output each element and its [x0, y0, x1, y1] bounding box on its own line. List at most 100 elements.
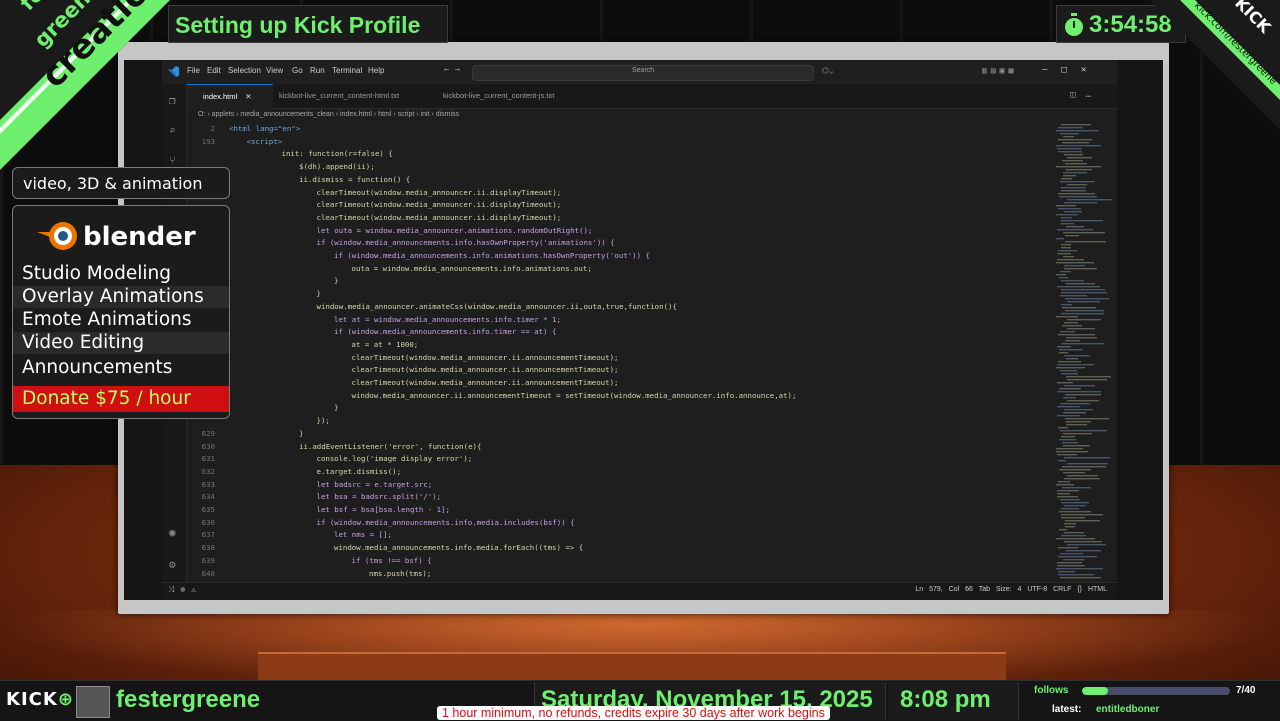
code-text: });: [316, 416, 330, 426]
avatar: [76, 686, 110, 718]
follows-progress-bar: [1082, 687, 1230, 695]
stopwatch-icon: [1065, 13, 1083, 36]
code-text: let nms = [];: [334, 530, 392, 540]
menu-item-go[interactable]: Go: [292, 66, 303, 75]
code-text: ii.dismiss = function() {: [299, 174, 411, 184]
code-text: e.target.dismiss();: [316, 466, 402, 476]
code-text: clearTimeout(window.media_announcer.ii.d…: [316, 187, 562, 197]
layout-toggle-icons[interactable]: ▥▤▣▦: [982, 66, 1017, 75]
code-text: window.media_announcer.animateCss(window…: [316, 301, 677, 311]
line-number: 631: [201, 454, 215, 464]
tab-kickbot-js[interactable]: kickbot-live_current_content-js.txt: [427, 84, 583, 108]
code-text: clearTimeout(window.media_announcer.ii.a…: [351, 352, 619, 362]
menu-item-run[interactable]: Run: [310, 66, 325, 75]
stream-title: Setting up Kick Profile: [175, 12, 421, 38]
follows-progress-fill: [1082, 687, 1108, 695]
remote-status-icon[interactable]: ⤨⊗⚠: [168, 585, 202, 595]
donate-rate: Donate $75 / hour: [13, 386, 229, 412]
line-number: 635: [201, 505, 215, 514]
line-number: 629: [201, 428, 215, 438]
code-text: let at = window.media_announcements.info…: [334, 314, 561, 324]
current-time: 8:08 pm: [900, 686, 991, 713]
code-text: let outa = window.media_announcer.animat…: [316, 225, 593, 235]
kick-corner-badge: KICK kick.com/festergreene: [1150, 0, 1280, 130]
code-text: }: [334, 403, 339, 413]
code-text: let bsa = badsrc.split('/');: [316, 492, 442, 502]
tab-kickbot-html[interactable]: kickbot-live_current_content-html.txt: [263, 84, 429, 108]
festergreene-creations-logo: fester greene creations: [0, 0, 170, 170]
title-bar: File Edit Selection View Go Run Terminal Help ←…: [162, 60, 1117, 85]
line-number: 630: [201, 441, 215, 451]
tab-label: kickbot-live_current_content-js.txt: [443, 91, 555, 100]
line-number: 639: [201, 555, 215, 565]
disclaimer-banner: 1 hour minimum, no refunds, credits expi…: [437, 706, 830, 720]
tab-label: index.html: [203, 92, 238, 101]
code-text: let bsf = bsa[bsa.length - 1];: [316, 505, 451, 514]
line-number: 636: [201, 517, 215, 527]
code-text: $(dh).append(ii);: [299, 162, 375, 172]
code-text: window.media_announcements.info.media.fo…: [334, 543, 584, 553]
vscode-window: File Edit Selection View Go Run Terminal Help ←…: [162, 60, 1117, 599]
follows-label: follows: [1034, 685, 1069, 696]
code-text: init: function(r=false) {: [281, 149, 393, 159]
kick-logo: KICK⊕: [6, 689, 74, 710]
search-placeholder: Search: [632, 67, 655, 74]
tagline: video, 3D & animation: [23, 174, 203, 193]
code-text: clearTimeout(window.media_announcer.ii.d…: [316, 200, 562, 210]
service-video-editing: Video Editing: [13, 332, 229, 354]
code-text: clearTimeout(window.media_announcer.ii.d…: [316, 212, 562, 222]
code-text: clearTimeout(window.media_announcer.ii.a…: [351, 378, 619, 387]
line-number: 2: [210, 124, 215, 133]
stream-title-panel: Setting up Kick Profile: [168, 5, 448, 43]
tagline-panel: video, 3D & animation: [12, 167, 230, 199]
line-number: 193: [201, 136, 215, 146]
code-text: if (window.media_announcements.info.time…: [334, 327, 557, 337]
split-editor-icon[interactable]: ◫…: [1070, 90, 1101, 100]
gear-icon[interactable]: ⚙: [169, 558, 176, 571]
code-text: window.media_announcer.ii.announcementTi…: [351, 390, 797, 400]
status-bar: ⤨⊗⚠ Ln 579, Col 66 Tab Size: 4 UTF-8 CRL…: [162, 582, 1117, 599]
kick-logo-mark-icon: ⊕: [57, 689, 74, 710]
service-overlay-animations: Overlay Animations: [13, 286, 229, 308]
menu-item-terminal[interactable]: Terminal: [332, 66, 362, 75]
services-panel: blender Studio Modeling Overlay Animatio…: [12, 205, 230, 419]
editor-tabs: index.html ✕ kickbot-live_current_conten…: [187, 84, 1117, 109]
follows-count: 7/40: [1236, 685, 1256, 696]
code-text: let badsrc = e.target.src;: [316, 479, 433, 489]
tab-index-html[interactable]: index.html ✕: [187, 84, 273, 109]
code-editor[interactable]: 2 <html lang="en"> 193 <script> init: functi…: [187, 122, 1057, 582]
nav-arrows-icon[interactable]: ← →: [444, 65, 460, 75]
window-controls-icon[interactable]: –□✕: [1042, 65, 1100, 75]
code-text: <html lang="en">: [229, 124, 301, 133]
blender-wordmark: blender: [83, 222, 196, 252]
code-text: at = at * 1000;: [351, 339, 419, 349]
menu-item-help[interactable]: Help: [368, 66, 384, 75]
kick-logo-text: KICK: [6, 689, 58, 710]
channel-name: festergreene: [116, 686, 261, 713]
latest-follower: entitledboner: [1096, 704, 1160, 715]
service-announcements: Announcements: [22, 357, 173, 378]
line-number: 632: [201, 466, 215, 476]
latest-label: latest:: [1052, 704, 1082, 715]
line-number: 638: [201, 543, 215, 553]
code-text: if (window.media_announcements.info.anim…: [334, 251, 650, 260]
line-number: 634: [201, 492, 215, 502]
account-icon[interactable]: ◉: [169, 526, 176, 539]
service-studio-modeling: Studio Modeling: [22, 263, 171, 284]
time-panel: 8:08 pm: [888, 682, 1019, 720]
menu-item-selection[interactable]: Selection: [228, 66, 261, 75]
breadcrumb[interactable]: O: › applets › media_announcements_clean…: [198, 111, 459, 118]
status-info[interactable]: Ln 579, Col 66 Tab Size: 4 UTF-8 CRLF {}…: [915, 586, 1107, 593]
code-text: clearTimeout(window.media_announcer.ii.a…: [351, 365, 619, 375]
copilot-icon[interactable]: ⌬⌄: [822, 66, 834, 75]
menu-item-file[interactable]: File: [187, 66, 200, 75]
close-icon[interactable]: ✕: [245, 92, 251, 101]
menu-item-edit[interactable]: Edit: [207, 66, 221, 75]
code-text: <script>: [246, 136, 283, 146]
menu-item-view[interactable]: View: [266, 66, 283, 75]
code-text: }: [334, 276, 339, 286]
line-number: 640: [201, 568, 215, 578]
code-text: console.log('image display error');: [316, 454, 473, 464]
minimap[interactable]: [1052, 122, 1112, 582]
line-number: 637: [201, 530, 215, 540]
